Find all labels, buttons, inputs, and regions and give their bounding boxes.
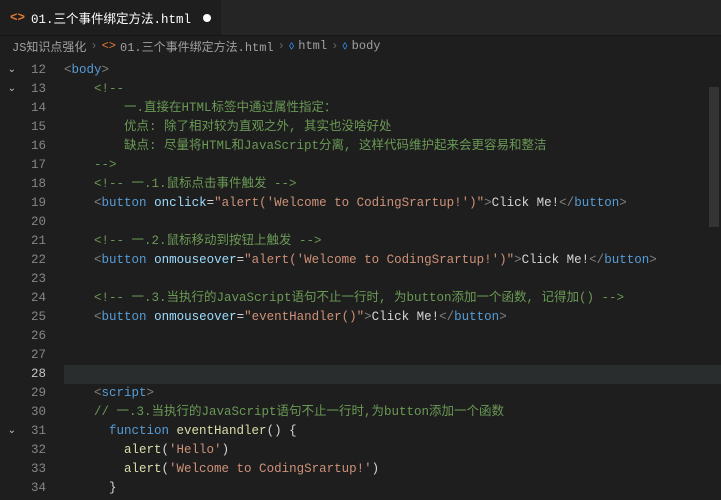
code-line[interactable]: alert('Welcome to CodingSrartup!') xyxy=(64,460,721,479)
code-line[interactable]: 优点: 除了相对较为直观之外, 其实也没啥好处 xyxy=(64,118,721,137)
code-line[interactable]: // 一.3.当执行的JavaScript语句不止一行时,为button添加一个… xyxy=(64,403,721,422)
fold-chevron-icon[interactable]: ⌄ xyxy=(8,422,16,441)
line-number: 23 xyxy=(0,270,50,289)
breadcrumb-separator-icon: › xyxy=(331,39,338,53)
breadcrumb-label: body xyxy=(352,39,381,53)
fold-chevron-icon[interactable]: ⌄ xyxy=(8,61,16,80)
breadcrumb-separator-icon: › xyxy=(278,39,285,53)
line-number: 14 xyxy=(0,99,50,118)
breadcrumb-item[interactable]: JS知识点强化 xyxy=(12,38,86,55)
code-line[interactable]: <button onclick="alert('Welcome to Codin… xyxy=(64,194,721,213)
code-line[interactable]: <!-- 一.2.鼠标移动到按钮上触发 --> xyxy=(64,232,721,251)
breadcrumb-label: html xyxy=(298,39,327,53)
line-number: 33 xyxy=(0,460,50,479)
line-number: 34 xyxy=(0,479,50,498)
line-number: 28 xyxy=(0,365,50,384)
code-line[interactable]: function eventHandler() { xyxy=(64,422,721,441)
scrollbar-thumb[interactable] xyxy=(709,87,719,227)
code-line[interactable] xyxy=(64,365,721,384)
breadcrumb-icon: ⬨ xyxy=(342,39,347,53)
editor-tab[interactable]: <> 01.三个事件绑定方法.html xyxy=(0,0,221,35)
line-number: 31⌄ xyxy=(0,422,50,441)
breadcrumb-item[interactable]: ⬨ html xyxy=(289,39,327,53)
code-editor[interactable]: 12⌄13⌄1415161718192021222324252627282930… xyxy=(0,57,721,500)
tab-title: 01.三个事件绑定方法.html xyxy=(31,8,191,27)
code-line[interactable] xyxy=(64,270,721,289)
code-line[interactable]: --> xyxy=(64,156,721,175)
line-number: 13⌄ xyxy=(0,80,50,99)
line-number: 21 xyxy=(0,232,50,251)
code-line[interactable] xyxy=(64,346,721,365)
code-line[interactable]: <button onmouseover="eventHandler()">Cli… xyxy=(64,308,721,327)
line-number: 16 xyxy=(0,137,50,156)
code-line[interactable]: <!-- xyxy=(64,80,721,99)
breadcrumb[interactable]: JS知识点强化 › <> 01.三个事件绑定方法.html › ⬨ html › ⬨ body xyxy=(0,35,721,57)
line-number-gutter: 12⌄13⌄1415161718192021222324252627282930… xyxy=(0,57,50,500)
line-number: 32 xyxy=(0,441,50,460)
code-line[interactable]: <!-- 一.1.鼠标点击事件触发 --> xyxy=(64,175,721,194)
code-area[interactable]: <body> <!-- 一.直接在HTML标签中通过属性指定： 优点: 除了相对… xyxy=(50,57,721,500)
line-number: 26 xyxy=(0,327,50,346)
line-number: 18 xyxy=(0,175,50,194)
line-number: 22 xyxy=(0,251,50,270)
code-line[interactable]: <button onmouseover="alert('Welcome to C… xyxy=(64,251,721,270)
breadcrumb-label: JS知识点强化 xyxy=(12,38,86,55)
html-file-icon: <> xyxy=(10,11,25,25)
line-number: 12⌄ xyxy=(0,61,50,80)
breadcrumb-icon: <> xyxy=(102,39,116,53)
line-number: 15 xyxy=(0,118,50,137)
tab-bar: <> 01.三个事件绑定方法.html xyxy=(0,0,721,35)
line-number: 20 xyxy=(0,213,50,232)
code-line[interactable]: <body> xyxy=(64,61,721,80)
code-line[interactable] xyxy=(64,327,721,346)
line-number: 24 xyxy=(0,289,50,308)
code-line[interactable]: <!-- 一.3.当执行的JavaScript语句不止一行时, 为button添… xyxy=(64,289,721,308)
unsaved-indicator-icon xyxy=(203,14,211,22)
breadcrumb-separator-icon: › xyxy=(90,39,97,53)
line-number: 27 xyxy=(0,346,50,365)
breadcrumb-item[interactable]: ⬨ body xyxy=(342,39,380,53)
line-number: 17 xyxy=(0,156,50,175)
line-number: 19 xyxy=(0,194,50,213)
code-line[interactable] xyxy=(64,213,721,232)
code-line[interactable]: } xyxy=(64,479,721,498)
code-line[interactable]: <script> xyxy=(64,384,721,403)
breadcrumb-icon: ⬨ xyxy=(289,39,294,53)
code-line[interactable]: 一.直接在HTML标签中通过属性指定： xyxy=(64,99,721,118)
breadcrumb-label: 01.三个事件绑定方法.html xyxy=(120,38,274,55)
vertical-scrollbar[interactable] xyxy=(707,57,721,500)
fold-chevron-icon[interactable]: ⌄ xyxy=(8,80,16,99)
breadcrumb-item[interactable]: <> 01.三个事件绑定方法.html xyxy=(102,38,274,55)
code-line[interactable]: 缺点: 尽量将HTML和JavaScript分离, 这样代码维护起来会更容易和整… xyxy=(64,137,721,156)
line-number: 29 xyxy=(0,384,50,403)
code-line[interactable]: alert('Hello') xyxy=(64,441,721,460)
line-number: 25 xyxy=(0,308,50,327)
line-number: 30 xyxy=(0,403,50,422)
